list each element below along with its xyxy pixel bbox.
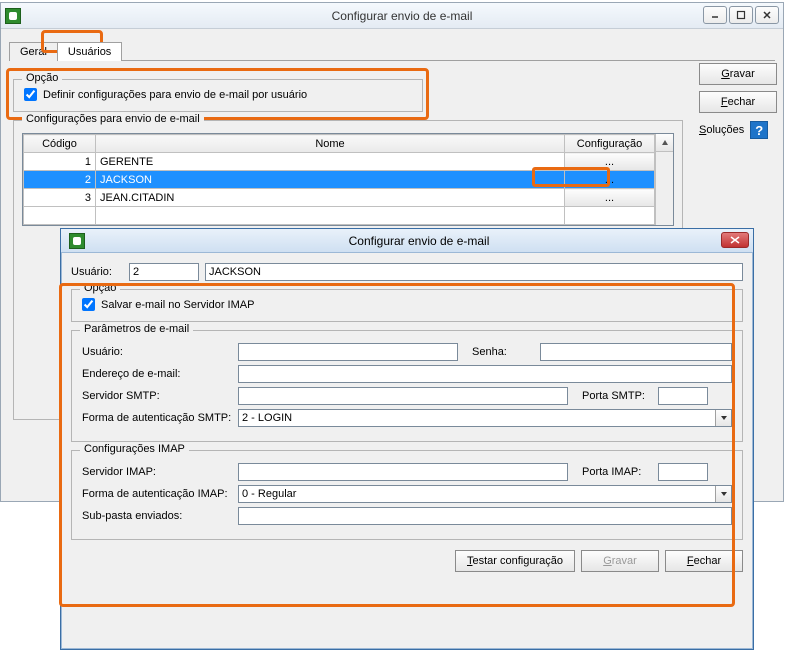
table-row-selected[interactable]: 2 JACKSON ... bbox=[24, 171, 655, 189]
tab-bar: Geral Usuários bbox=[9, 39, 775, 61]
param-auth-smtp-value: 2 - LOGIN bbox=[242, 412, 292, 424]
tab-usuarios[interactable]: Usuários bbox=[57, 42, 122, 61]
imap-subpasta-input[interactable] bbox=[238, 507, 732, 525]
tab-geral[interactable]: Geral bbox=[9, 42, 58, 61]
close-button[interactable] bbox=[755, 6, 779, 24]
imap-servidor-input[interactable] bbox=[238, 463, 568, 481]
imap-servidor-label: Servidor IMAP: bbox=[82, 466, 232, 478]
imap-auth-label: Forma de autenticação IMAP: bbox=[82, 488, 232, 500]
dialog-config-email: Configurar envio de e-mail Usuário: Opçã… bbox=[60, 228, 754, 650]
param-porta-smtp-label: Porta SMTP: bbox=[574, 390, 652, 402]
imap-auth-combo[interactable]: 0 - Regular bbox=[238, 485, 732, 503]
checkbox-salvar-imap-label: Salvar e-mail no Servidor IMAP bbox=[101, 299, 254, 311]
usuario-name-input[interactable] bbox=[205, 263, 743, 281]
help-icon[interactable]: ? bbox=[750, 121, 768, 139]
param-email-legend: Parâmetros de e-mail bbox=[80, 323, 193, 335]
minimize-button[interactable] bbox=[703, 6, 727, 24]
param-porta-smtp-input[interactable] bbox=[658, 387, 708, 405]
table-row[interactable]: 3 JEAN.CITADIN ... bbox=[24, 189, 655, 207]
param-senha-label: Senha: bbox=[464, 346, 534, 358]
param-auth-smtp-combo[interactable]: 2 - LOGIN bbox=[238, 409, 732, 427]
table-scrollbar[interactable] bbox=[655, 134, 673, 225]
imap-subpasta-label: Sub-pasta enviados: bbox=[82, 510, 232, 522]
app-icon bbox=[5, 8, 21, 24]
main-side-buttons: Gravar Fechar Soluções ? bbox=[699, 63, 777, 139]
chevron-down-icon bbox=[715, 410, 731, 426]
dialog-opcao-group: Opção Salvar e-mail no Servidor IMAP bbox=[71, 289, 743, 322]
col-codigo[interactable]: Código bbox=[24, 135, 96, 153]
chevron-down-icon bbox=[715, 486, 731, 502]
param-endereco-input[interactable] bbox=[238, 365, 732, 383]
imap-porta-label: Porta IMAP: bbox=[574, 466, 652, 478]
table-row[interactable] bbox=[24, 207, 655, 225]
fechar-button[interactable]: Fechar bbox=[699, 91, 777, 113]
param-senha-input[interactable] bbox=[540, 343, 732, 361]
config-row-button[interactable]: ... bbox=[565, 189, 655, 207]
dialog-fechar-button[interactable]: Fechar bbox=[665, 550, 743, 572]
opcao-legend: Opção bbox=[22, 72, 62, 84]
main-title: Configurar envio de e-mail bbox=[21, 9, 783, 23]
imap-group: Configurações IMAP Servidor IMAP: Porta … bbox=[71, 450, 743, 540]
dialog-close-button[interactable] bbox=[721, 232, 749, 248]
app-icon bbox=[69, 233, 85, 249]
dialog-title: Configurar envio de e-mail bbox=[85, 234, 753, 248]
dialog-buttons: Testar configuração Gravar Fechar bbox=[71, 550, 743, 572]
param-smtp-input[interactable] bbox=[238, 387, 568, 405]
usuario-code-input[interactable] bbox=[129, 263, 199, 281]
checkbox-definir-label: Definir configurações para envio de e-ma… bbox=[43, 89, 307, 101]
solucoes-link[interactable]: Soluções bbox=[699, 124, 744, 136]
imap-auth-value: 0 - Regular bbox=[242, 488, 296, 500]
dialog-titlebar: Configurar envio de e-mail bbox=[61, 229, 753, 253]
dialog-gravar-button[interactable]: Gravar bbox=[581, 550, 659, 572]
param-auth-smtp-label: Forma de autenticação SMTP: bbox=[82, 412, 232, 424]
dialog-opcao-legend: Opção bbox=[80, 282, 120, 294]
param-smtp-label: Servidor SMTP: bbox=[82, 390, 232, 402]
col-nome[interactable]: Nome bbox=[96, 135, 565, 153]
table-header-row: Código Nome Configuração bbox=[24, 135, 655, 153]
usuario-label: Usuário: bbox=[71, 266, 123, 278]
main-titlebar: Configurar envio de e-mail bbox=[1, 3, 783, 29]
checkbox-definir-por-usuario[interactable] bbox=[24, 88, 37, 101]
param-email-group: Parâmetros de e-mail Usuário: Senha: End… bbox=[71, 330, 743, 442]
config-row-button[interactable]: ... bbox=[565, 153, 655, 171]
users-table: Código Nome Configuração 1 GERENTE ... 2 bbox=[23, 134, 655, 225]
imap-porta-input[interactable] bbox=[658, 463, 708, 481]
testar-config-button[interactable]: Testar configuração bbox=[455, 550, 575, 572]
gravar-button[interactable]: Gravar bbox=[699, 63, 777, 85]
maximize-button[interactable] bbox=[729, 6, 753, 24]
scroll-up-icon[interactable] bbox=[656, 134, 673, 152]
col-config[interactable]: Configuração bbox=[565, 135, 655, 153]
config-row-button[interactable]: ... bbox=[565, 171, 655, 189]
param-endereco-label: Endereço de e-mail: bbox=[82, 368, 232, 380]
opcao-group: Opção Definir configurações para envio d… bbox=[13, 79, 423, 112]
imap-legend: Configurações IMAP bbox=[80, 443, 189, 455]
param-usuario-input[interactable] bbox=[238, 343, 458, 361]
checkbox-salvar-imap[interactable] bbox=[82, 298, 95, 311]
config-legend: Configurações para envio de e-mail bbox=[22, 113, 204, 125]
param-usuario-label: Usuário: bbox=[82, 346, 232, 358]
table-row[interactable]: 1 GERENTE ... bbox=[24, 153, 655, 171]
